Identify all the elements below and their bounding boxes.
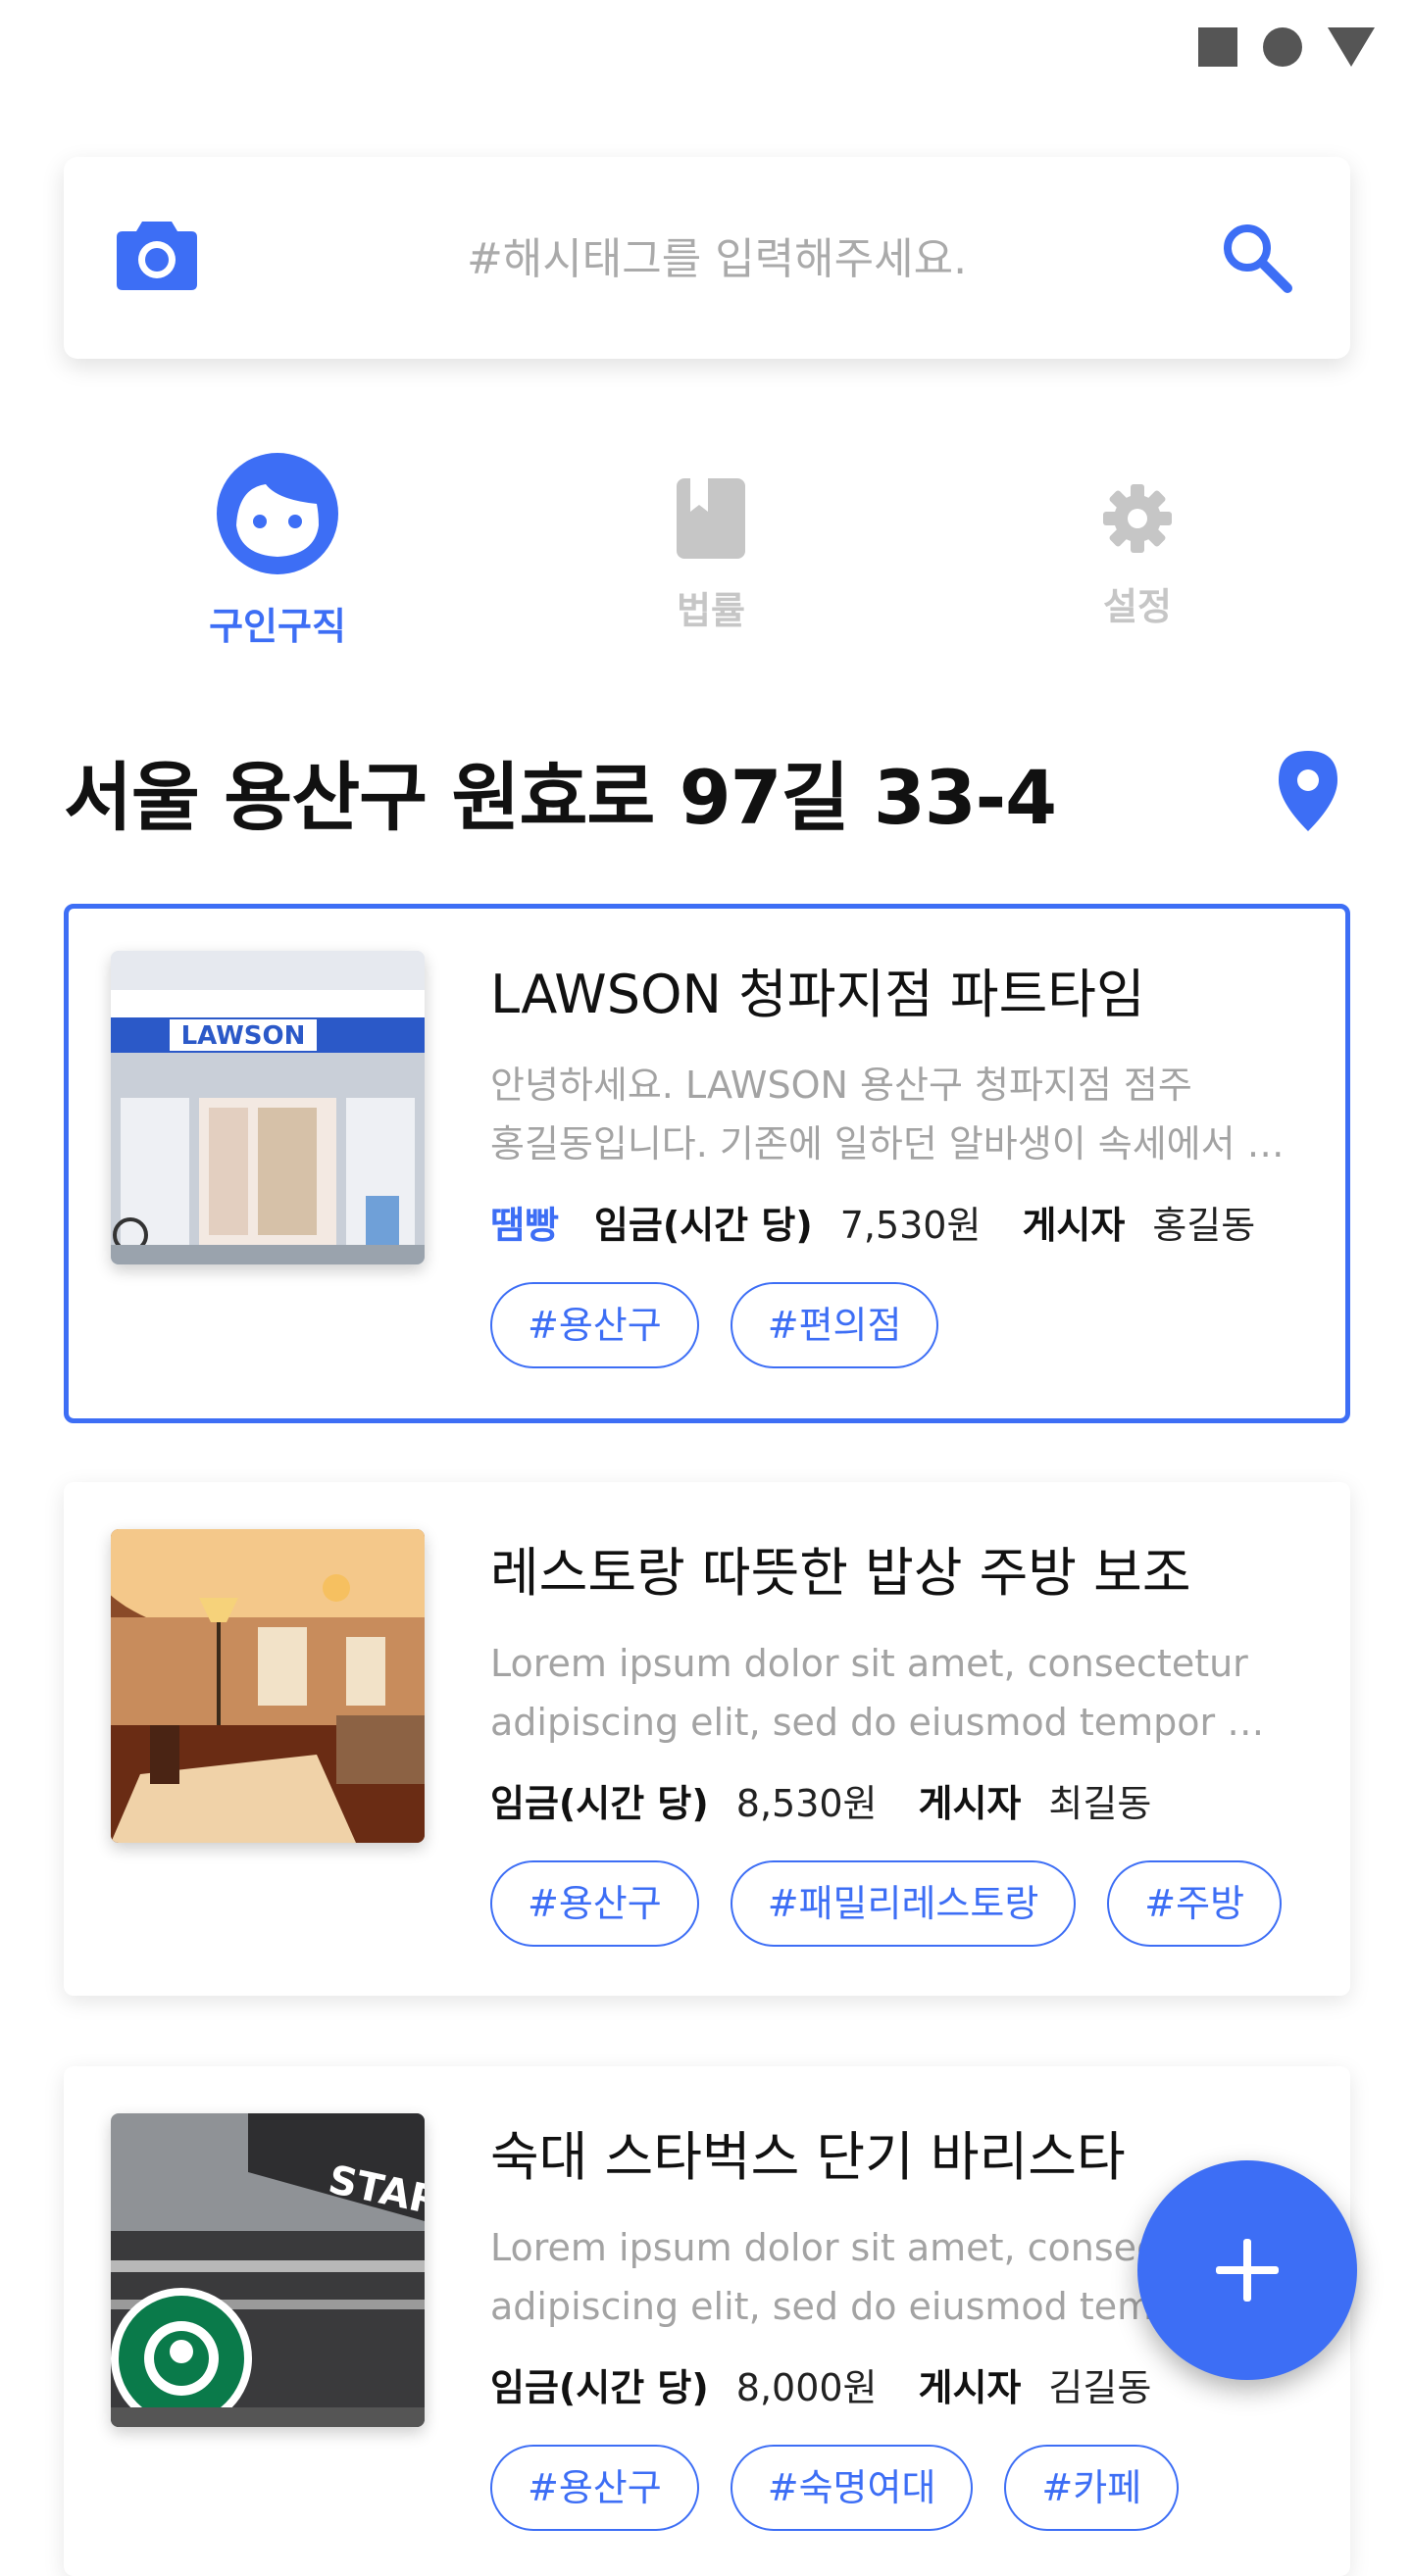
location-address: 서울 용산구 원효로 97길 33-4 <box>64 754 1057 841</box>
store-sign: LAWSON <box>181 1021 306 1051</box>
job-title: 레스토랑 따뜻한 밥상 주방 보조 <box>490 1542 1191 1604</box>
job-description-line: 안녕하세요. LAWSON 용산구 청파지점 점주 <box>490 1064 1192 1107</box>
wage-label: 임금(시간 당) <box>593 1204 813 1247</box>
hashtag-chip[interactable]: #용산구 <box>490 2445 699 2531</box>
tab-label: 법률 <box>677 589 745 632</box>
camera-icon[interactable] <box>117 218 197 294</box>
tab-law[interactable]: 법률 <box>583 431 838 634</box>
hashtag-chip[interactable]: #숙명여대 <box>730 2445 974 2531</box>
tag-list: #용산구 #패밀리레스토랑 #주방 <box>490 1860 1301 1947</box>
hashtag-chip[interactable]: #용산구 <box>490 1282 699 1368</box>
search-bar <box>64 157 1350 359</box>
add-post-button[interactable] <box>1137 2160 1357 2380</box>
job-title: LAWSON 청파지점 파트타임 <box>490 964 1145 1025</box>
poster-label: 게시자 <box>918 2366 1022 2409</box>
tab-settings[interactable]: 설정 <box>1010 431 1265 630</box>
book-icon <box>677 478 745 559</box>
poster-label: 게시자 <box>918 1782 1022 1825</box>
wage-label: 임금(시간 당) <box>490 1782 709 1825</box>
job-description-line: adipiscing elit, sed do eiusmod tempor … <box>490 1701 1265 1744</box>
tab-label: 구인구직 <box>209 605 346 648</box>
convenience-store-photo: LAWSON <box>111 951 425 1264</box>
job-description: Lorem ipsum dolor sit amet, consectetur … <box>490 1634 1301 1752</box>
hashtag-chip[interactable]: #카페 <box>1004 2445 1180 2531</box>
plus-icon <box>1216 2239 1279 2302</box>
cafe-storefront-photo: STARB <box>111 2113 425 2427</box>
triangle-icon <box>1328 27 1375 67</box>
tab-bar: 구인구직 법률 설정 <box>0 431 1412 657</box>
hashtag-chip[interactable]: #패밀리레스토랑 <box>730 1860 1077 1947</box>
gear-icon <box>1103 484 1172 553</box>
face-icon <box>217 453 338 574</box>
square-icon <box>1198 27 1237 67</box>
job-description: 안녕하세요. LAWSON 용산구 청파지점 점주 홍길동입니다. 기존에 일하… <box>490 1056 1296 1173</box>
tag-list: #용산구 #편의점 <box>490 1282 1296 1368</box>
hashtag-chip[interactable]: #편의점 <box>730 1282 939 1368</box>
job-meta: 땜빵 임금(시간 당) 7,530원 게시자 홍길동 <box>490 1195 1296 1249</box>
job-title: 숙대 스타벅스 단기 바리스타 <box>490 2126 1126 2188</box>
job-description-line: Lorem ipsum dolor sit amet, consectetur <box>490 1642 1248 1685</box>
job-meta: 임금(시간 당) 8,530원 게시자 최길동 <box>490 1773 1301 1827</box>
hashtag-chip[interactable]: #용산구 <box>490 1860 699 1947</box>
poster-name: 김길동 <box>1048 2366 1152 2409</box>
job-card[interactable]: 레스토랑 따뜻한 밥상 주방 보조 Lorem ipsum dolor sit … <box>64 1482 1350 1996</box>
job-card[interactable]: LAWSON LAWSON 청파지점 파트타임 안녕하세요. LAWSON 용산… <box>64 904 1350 1423</box>
wage-label: 임금(시간 당) <box>490 2366 709 2409</box>
hashtag-chip[interactable]: #주방 <box>1107 1860 1283 1947</box>
status-bar <box>1198 27 1375 67</box>
circle-icon <box>1263 27 1302 67</box>
search-icon[interactable] <box>1219 220 1293 298</box>
poster-label: 게시자 <box>1022 1204 1126 1247</box>
restaurant-interior-photo <box>111 1529 425 1843</box>
tab-job-search[interactable]: 구인구직 <box>150 431 405 650</box>
poster-name: 홍길동 <box>1152 1204 1256 1247</box>
tab-label: 설정 <box>1103 585 1172 628</box>
wage-value: 8,000원 <box>735 2366 878 2409</box>
job-description-line: 홍길동입니다. 기존에 일하던 알바생이 속세에서 … <box>490 1122 1285 1165</box>
location-pin-icon[interactable] <box>1279 751 1337 835</box>
search-input[interactable] <box>260 216 1174 302</box>
tag-list: #용산구 #숙명여대 #카페 <box>490 2445 1301 2531</box>
job-meta: 임금(시간 당) 8,000원 게시자 김길동 <box>490 2357 1301 2411</box>
urgent-badge: 땜빵 <box>490 1204 559 1247</box>
wage-value: 8,530원 <box>735 1782 878 1825</box>
wage-value: 7,530원 <box>839 1204 982 1247</box>
poster-name: 최길동 <box>1048 1782 1152 1825</box>
